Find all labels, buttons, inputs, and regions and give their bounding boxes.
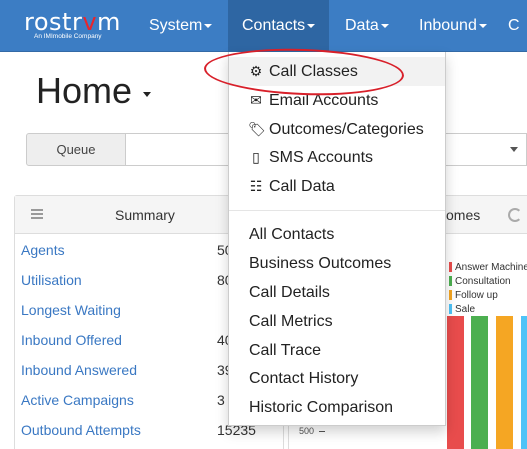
caret-down-icon bbox=[204, 23, 213, 28]
brand-name: rostrvm bbox=[24, 8, 121, 36]
menu-item-call-trace[interactable]: Call Trace bbox=[229, 336, 445, 365]
page-title[interactable]: Home bbox=[36, 70, 132, 112]
summary-link[interactable]: Outbound Attempts bbox=[21, 422, 141, 438]
mobile-icon: ▯ bbox=[252, 149, 260, 165]
summary-link[interactable]: Inbound Offered bbox=[21, 332, 122, 348]
caret-down-icon bbox=[307, 23, 316, 28]
caret-down-icon[interactable] bbox=[143, 92, 151, 97]
menu-item-business-outcomes[interactable]: Business Outcomes bbox=[229, 249, 445, 278]
y-axis-tick-line bbox=[319, 431, 325, 432]
chart-bar bbox=[496, 316, 513, 449]
menu-item-contact-history[interactable]: Contact History bbox=[229, 364, 445, 393]
menu-item-all-contacts[interactable]: All Contacts bbox=[229, 220, 445, 249]
summary-title: Summary bbox=[115, 207, 175, 223]
top-navbar: rostrvm An IMImobile Company System Cont… bbox=[0, 0, 527, 52]
list-table-icon: ☷ bbox=[249, 178, 263, 194]
y-axis-tick: 500 bbox=[299, 426, 315, 436]
menu-item-outcomes-categories[interactable]: 🏷 Outcomes/Categories bbox=[229, 115, 445, 144]
caret-down-icon[interactable] bbox=[510, 147, 518, 152]
menu-item-historic-comparison[interactable]: Historic Comparison bbox=[229, 393, 445, 422]
summary-link[interactable]: Active Campaigns bbox=[21, 392, 134, 408]
tags-icon: 🏷 bbox=[248, 121, 266, 137]
menu-divider bbox=[229, 210, 445, 211]
legend-swatch bbox=[449, 290, 452, 301]
queue-label: Queue bbox=[26, 133, 126, 166]
nav-inbound[interactable]: Inbound bbox=[419, 0, 487, 52]
hamburger-icon[interactable] bbox=[31, 209, 43, 219]
menu-item-call-metrics[interactable]: Call Metrics bbox=[229, 307, 445, 336]
legend-item[interactable]: Follow up bbox=[449, 290, 498, 303]
legend-swatch bbox=[449, 262, 452, 273]
summary-link[interactable]: Utilisation bbox=[21, 272, 82, 288]
chart-bar bbox=[447, 316, 464, 449]
chart-bar bbox=[521, 316, 527, 449]
menu-item-call-details[interactable]: Call Details bbox=[229, 278, 445, 307]
caret-down-icon bbox=[380, 23, 389, 28]
legend-swatch bbox=[449, 276, 452, 287]
summary-link[interactable]: Longest Waiting bbox=[21, 302, 121, 318]
chart-bar bbox=[471, 316, 488, 449]
brand-logo[interactable]: rostrvm An IMImobile Company bbox=[24, 8, 124, 44]
nav-data[interactable]: Data bbox=[345, 0, 389, 52]
summary-value: 3 bbox=[217, 392, 225, 408]
brand-tagline: An IMImobile Company bbox=[34, 33, 102, 40]
summary-link[interactable]: Inbound Answered bbox=[21, 362, 137, 378]
nav-system[interactable]: System bbox=[149, 0, 213, 52]
legend-swatch bbox=[449, 304, 452, 315]
nav-contacts[interactable]: Contacts bbox=[228, 0, 329, 52]
nav-truncated[interactable]: C bbox=[508, 0, 520, 52]
menu-item-call-data[interactable]: ☷ Call Data bbox=[229, 172, 445, 201]
legend-item[interactable]: Answer Machine bbox=[449, 262, 527, 275]
legend-item[interactable]: Consultation bbox=[449, 276, 511, 289]
summary-link[interactable]: Agents bbox=[21, 242, 65, 258]
contacts-dropdown-menu: ⚙ Call Classes ✉ Email Accounts 🏷 Outcomes/… bbox=[228, 52, 446, 426]
caret-down-icon bbox=[478, 23, 487, 28]
refresh-icon[interactable] bbox=[508, 208, 522, 222]
menu-item-sms-accounts[interactable]: ▯ SMS Accounts bbox=[229, 143, 445, 172]
